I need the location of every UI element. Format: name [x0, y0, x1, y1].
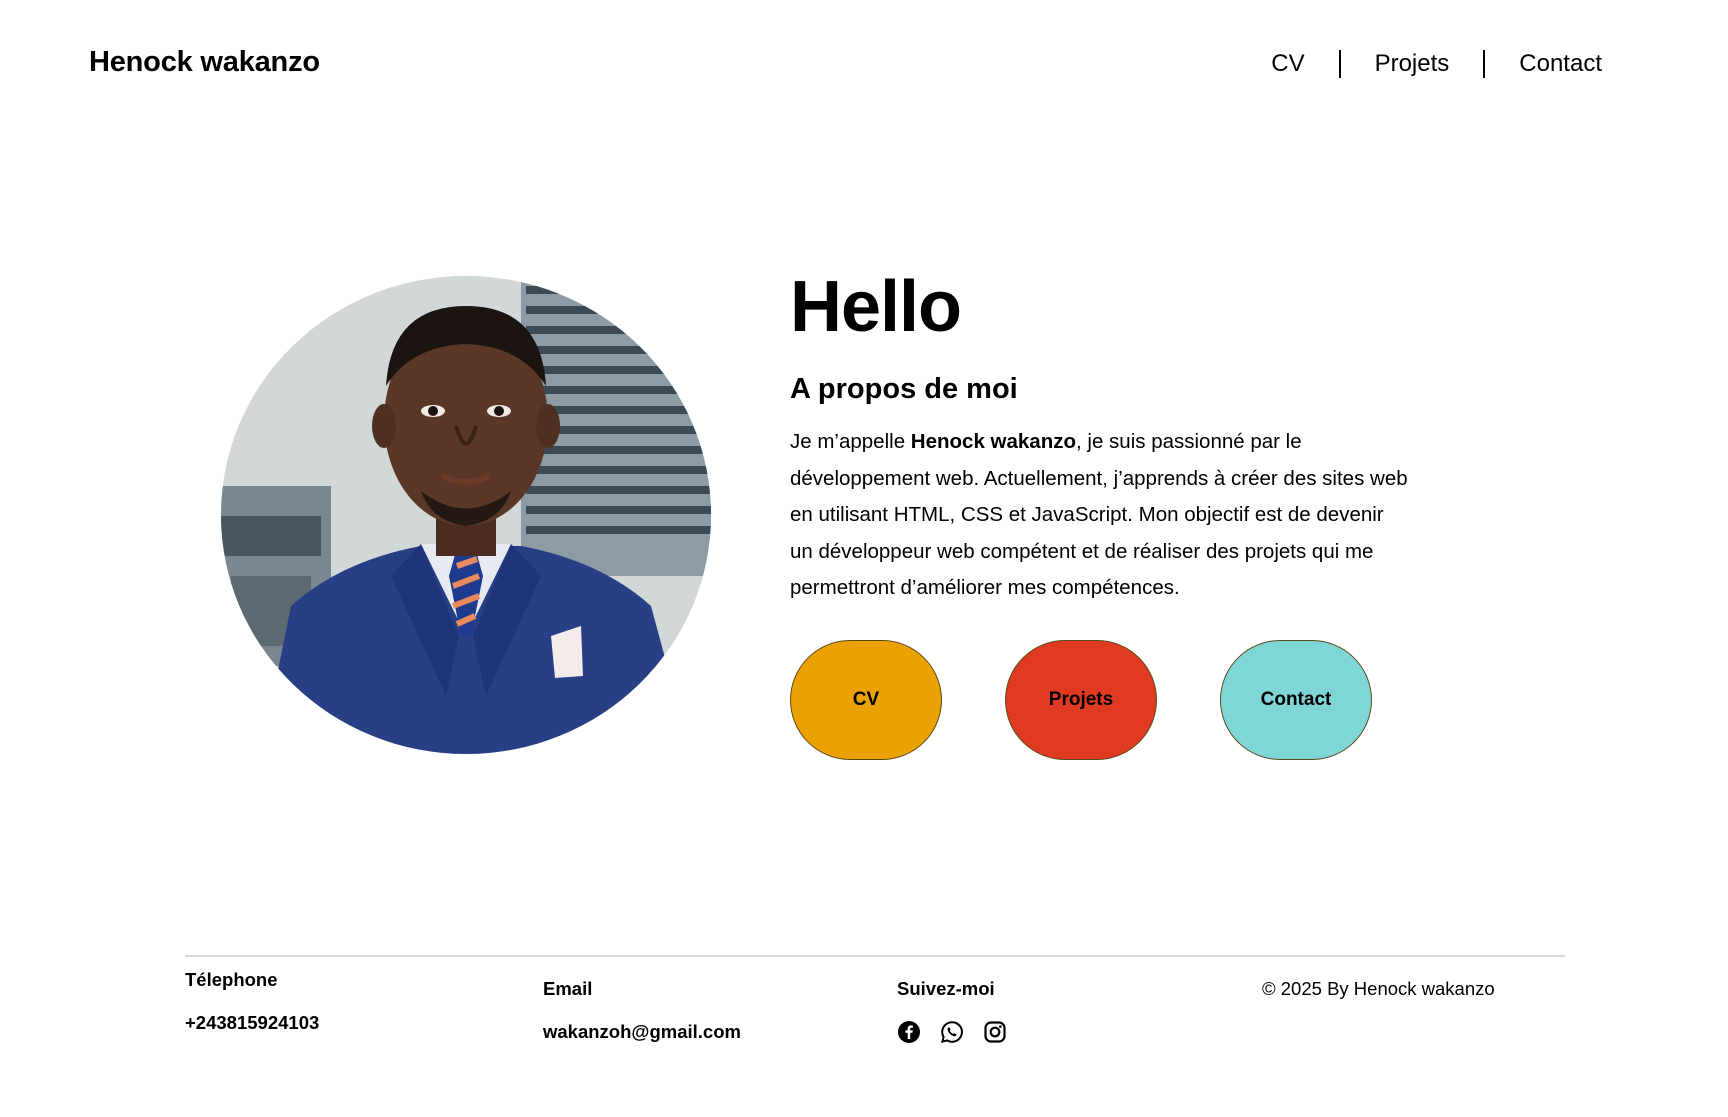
footer-divider: [185, 955, 1565, 957]
follow-title: Suivez-moi: [897, 978, 995, 999]
about-name: Henock wakanzo: [910, 430, 1076, 453]
footer-phone: Télephone +243815924103: [185, 969, 319, 1034]
copyright-text: © 2025 By Henock wakanzo: [1262, 978, 1495, 999]
cv-button[interactable]: CV: [790, 640, 942, 760]
whatsapp-icon[interactable]: [940, 1020, 964, 1044]
about-intro: Je m’appelle: [790, 430, 911, 453]
nav-link-projets[interactable]: Projets: [1375, 50, 1450, 78]
footer-copyright: © 2025 By Henock wakanzo: [1262, 978, 1495, 1000]
profile-photo: [221, 276, 711, 754]
hero-text: Hello A propos de moi Je m’appelle Henoc…: [790, 262, 1410, 607]
nav-link-contact[interactable]: Contact: [1519, 50, 1602, 78]
nav-separator: [1338, 50, 1341, 78]
footer-email: Email wakanzoh@gmail.com: [543, 978, 741, 1043]
nav-link-cv[interactable]: CV: [1271, 50, 1304, 78]
main-nav: CV Projets Contact: [1271, 50, 1602, 78]
contact-button[interactable]: Contact: [1220, 640, 1372, 760]
email-value[interactable]: wakanzoh@gmail.com: [543, 1021, 741, 1043]
phone-title: Télephone: [185, 969, 278, 990]
projets-button[interactable]: Projets: [1005, 640, 1157, 760]
phone-value: +243815924103: [185, 1012, 320, 1033]
about-title: A propos de moi: [790, 373, 1018, 405]
profile-photo-illustration: [221, 276, 711, 754]
facebook-icon[interactable]: [897, 1020, 921, 1044]
footer-social: Suivez-moi: [897, 978, 1026, 1044]
site-header: Henock wakanzo CV Projets Contact: [0, 0, 1728, 132]
nav-separator: [1483, 50, 1486, 78]
email-title: Email: [543, 978, 593, 999]
instagram-icon[interactable]: [983, 1020, 1007, 1044]
social-icons: [897, 1020, 1026, 1044]
hero-buttons: CV Projets Contact: [790, 640, 1372, 760]
hello-heading: Hello: [790, 267, 962, 347]
about-rest: , je suis passionné par le développement…: [790, 430, 1408, 599]
brand-name: Henock wakanzo: [89, 46, 320, 78]
about-paragraph: Je m’appelle Henock wakanzo, je suis pas…: [790, 424, 1410, 607]
